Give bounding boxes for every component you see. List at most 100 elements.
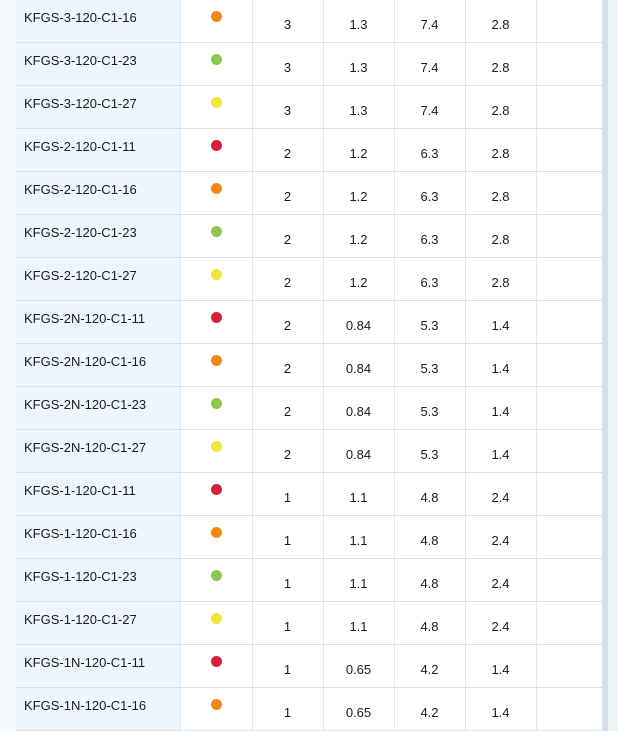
product-name-cell[interactable]: KFGS-2N-120-C1-11 bbox=[16, 300, 181, 344]
numeric-value-text: 2 bbox=[283, 403, 292, 419]
empty-cell bbox=[536, 0, 608, 43]
status-cell bbox=[180, 472, 253, 516]
numeric-value-cell: 1.2 bbox=[323, 171, 395, 215]
numeric-value-text: 1 bbox=[283, 704, 292, 720]
numeric-value-cell: 4.2 bbox=[394, 644, 466, 688]
table-row[interactable]: KFGS-1N-120-C1-11 1 0.65 4.2 1.4 bbox=[16, 644, 608, 688]
table-row[interactable]: KFGS-3-120-C1-27 3 1.3 7.4 2.8 bbox=[16, 85, 608, 129]
numeric-value-text: 2.4 bbox=[491, 575, 510, 591]
numeric-value-text: 6.3 bbox=[420, 188, 439, 204]
table-row[interactable]: KFGS-3-120-C1-23 3 1.3 7.4 2.8 bbox=[16, 42, 608, 86]
table-row[interactable]: KFGS-2N-120-C1-11 2 0.84 5.3 1.4 bbox=[16, 300, 608, 344]
product-name-cell[interactable]: KFGS-2N-120-C1-27 bbox=[16, 429, 181, 473]
numeric-value-text: 5.3 bbox=[420, 360, 439, 376]
status-dot-icon bbox=[210, 139, 222, 151]
table-row[interactable]: KFGS-2-120-C1-11 2 1.2 6.3 2.8 bbox=[16, 128, 608, 172]
numeric-value-text: 2 bbox=[283, 145, 292, 161]
empty-cell bbox=[536, 85, 608, 129]
numeric-value-text: 0.65 bbox=[345, 704, 372, 720]
numeric-value-text: 2.8 bbox=[491, 145, 510, 161]
vertical-scrollbar-thumb[interactable] bbox=[608, 0, 618, 731]
product-name-cell[interactable]: KFGS-2N-120-C1-23 bbox=[16, 386, 181, 430]
product-name-text: KFGS-2N-120-C1-23 bbox=[24, 396, 147, 412]
numeric-value-cell: 2.4 bbox=[465, 515, 537, 559]
product-name-cell[interactable]: KFGS-1-120-C1-11 bbox=[16, 472, 181, 516]
table-row[interactable]: KFGS-2-120-C1-16 2 1.2 6.3 2.8 bbox=[16, 171, 608, 215]
numeric-value-cell: 2 bbox=[252, 386, 324, 430]
empty-cell bbox=[536, 429, 608, 473]
product-name-cell[interactable]: KFGS-3-120-C1-23 bbox=[16, 42, 181, 86]
table-row[interactable]: KFGS-1-120-C1-23 1 1.1 4.8 2.4 bbox=[16, 558, 608, 602]
product-name-cell[interactable]: KFGS-1N-120-C1-11 bbox=[16, 644, 181, 688]
table-row[interactable]: KFGS-1-120-C1-27 1 1.1 4.8 2.4 bbox=[16, 601, 608, 645]
numeric-value-text: 2 bbox=[283, 188, 292, 204]
product-name-cell[interactable]: KFGS-2-120-C1-27 bbox=[16, 257, 181, 301]
product-name-cell[interactable]: KFGS-3-120-C1-16 bbox=[16, 0, 181, 43]
product-name-cell[interactable]: KFGS-1-120-C1-27 bbox=[16, 601, 181, 645]
numeric-value-cell: 4.8 bbox=[394, 558, 466, 602]
numeric-value-text: 0.84 bbox=[345, 403, 372, 419]
product-name-text: KFGS-3-120-C1-16 bbox=[24, 9, 137, 25]
product-name-cell[interactable]: KFGS-2-120-C1-23 bbox=[16, 214, 181, 258]
numeric-value-text: 4.8 bbox=[420, 532, 439, 548]
numeric-value-text: 5.3 bbox=[420, 317, 439, 333]
numeric-value-cell: 3 bbox=[252, 0, 324, 43]
table-row[interactable]: KFGS-2N-120-C1-27 2 0.84 5.3 1.4 bbox=[16, 429, 608, 473]
numeric-value-text: 1 bbox=[283, 618, 292, 634]
table-row[interactable]: KFGS-2-120-C1-23 2 1.2 6.3 2.8 bbox=[16, 214, 608, 258]
numeric-value-cell: 1.1 bbox=[323, 515, 395, 559]
numeric-value-cell: 1.4 bbox=[465, 343, 537, 387]
status-cell bbox=[180, 644, 253, 688]
numeric-value-cell: 2.8 bbox=[465, 85, 537, 129]
product-name-cell[interactable]: KFGS-2N-120-C1-16 bbox=[16, 343, 181, 387]
empty-cell bbox=[536, 343, 608, 387]
numeric-value-cell: 1.3 bbox=[323, 85, 395, 129]
table-row[interactable]: KFGS-1-120-C1-11 1 1.1 4.8 2.4 bbox=[16, 472, 608, 516]
product-name-cell[interactable]: KFGS-3-120-C1-27 bbox=[16, 85, 181, 129]
numeric-value-text: 1 bbox=[283, 489, 292, 505]
table-row[interactable]: KFGS-1N-120-C1-16 1 0.65 4.2 1.4 bbox=[16, 687, 608, 731]
status-dot-icon bbox=[210, 397, 222, 409]
table-row[interactable]: KFGS-3-120-C1-16 3 1.3 7.4 2.8 bbox=[16, 0, 608, 43]
numeric-value-text: 1 bbox=[283, 575, 292, 591]
table-row[interactable]: KFGS-1-120-C1-16 1 1.1 4.8 2.4 bbox=[16, 515, 608, 559]
status-cell bbox=[180, 257, 253, 301]
empty-cell bbox=[536, 386, 608, 430]
table-row[interactable]: KFGS-2N-120-C1-23 2 0.84 5.3 1.4 bbox=[16, 386, 608, 430]
status-dot-icon bbox=[210, 225, 222, 237]
product-table-view: KFGS-3-120-C1-16 3 1.3 7.4 2.8 KFGS-3-120-C1-… bbox=[0, 0, 618, 731]
numeric-value-text: 3 bbox=[283, 59, 292, 75]
product-name-text: KFGS-2N-120-C1-11 bbox=[24, 310, 146, 326]
product-name-text: KFGS-2-120-C1-23 bbox=[24, 224, 137, 240]
numeric-value-text: 0.84 bbox=[345, 317, 372, 333]
product-name-text: KFGS-1-120-C1-16 bbox=[24, 525, 137, 541]
numeric-value-cell: 4.8 bbox=[394, 515, 466, 559]
numeric-value-cell: 1.3 bbox=[323, 42, 395, 86]
status-dot-icon bbox=[210, 311, 222, 323]
status-dot-icon bbox=[210, 483, 222, 495]
numeric-value-cell: 2 bbox=[252, 171, 324, 215]
empty-cell bbox=[536, 601, 608, 645]
numeric-value-cell: 0.84 bbox=[323, 300, 395, 344]
status-cell bbox=[180, 85, 253, 129]
numeric-value-text: 5.3 bbox=[420, 446, 439, 462]
product-name-cell[interactable]: KFGS-2-120-C1-11 bbox=[16, 128, 181, 172]
product-name-cell[interactable]: KFGS-2-120-C1-16 bbox=[16, 171, 181, 215]
numeric-value-text: 6.3 bbox=[420, 231, 439, 247]
product-name-cell[interactable]: KFGS-1-120-C1-16 bbox=[16, 515, 181, 559]
numeric-value-text: 2.4 bbox=[491, 489, 510, 505]
product-table-body: KFGS-3-120-C1-16 3 1.3 7.4 2.8 KFGS-3-120-C1-… bbox=[16, 0, 608, 731]
table-row[interactable]: KFGS-2N-120-C1-16 2 0.84 5.3 1.4 bbox=[16, 343, 608, 387]
product-name-cell[interactable]: KFGS-1-120-C1-23 bbox=[16, 558, 181, 602]
product-name-cell[interactable]: KFGS-1N-120-C1-16 bbox=[16, 687, 181, 731]
numeric-value-cell: 1.4 bbox=[465, 429, 537, 473]
table-row[interactable]: KFGS-2-120-C1-27 2 1.2 6.3 2.8 bbox=[16, 257, 608, 301]
status-cell bbox=[180, 558, 253, 602]
numeric-value-text: 2.4 bbox=[491, 532, 510, 548]
numeric-value-text: 2.8 bbox=[491, 274, 510, 290]
status-dot-icon bbox=[210, 96, 222, 108]
numeric-value-text: 6.3 bbox=[420, 145, 439, 161]
numeric-value-text: 7.4 bbox=[420, 59, 439, 75]
numeric-value-text: 1.3 bbox=[349, 16, 368, 32]
numeric-value-cell: 1 bbox=[252, 472, 324, 516]
